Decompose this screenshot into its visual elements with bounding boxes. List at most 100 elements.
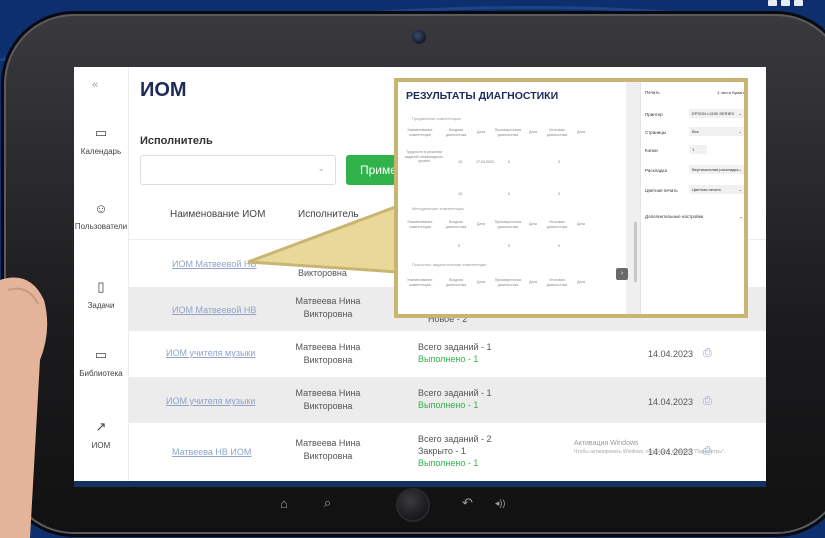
preview-divider: [626, 82, 640, 314]
executor-select[interactable]: ⌄: [140, 155, 336, 185]
col-header: Дата: [529, 130, 537, 134]
sidebar-item-calendar[interactable]: ▭ Календарь: [74, 125, 128, 156]
pages-select[interactable]: Все ⌄: [689, 127, 744, 136]
tablet-nav-bar: ⌂ ⌕: [280, 495, 331, 511]
expand-arrow-icon[interactable]: ›: [616, 268, 628, 280]
field-label: Страницы: [645, 130, 667, 135]
sheet-count: 3 листа бумаги: [717, 90, 745, 95]
col-header: Промежуточная диагностика: [494, 128, 522, 137]
col-header: Итоговая диагностика: [546, 128, 568, 137]
cell-value: 10: [458, 192, 462, 196]
table-row: ИОМ учителя музыки Матвеева Нина Викторо…: [128, 377, 766, 423]
field-label: Принтер: [645, 112, 663, 117]
layout-field: Раскладка Вертикальная раскладка ⌄: [645, 165, 744, 174]
sidebar-item-tasks[interactable]: ▯ Задачи: [74, 279, 128, 310]
activation-title: Активация Windows: [574, 440, 639, 447]
col-header: Дата: [577, 130, 585, 134]
iom-link[interactable]: ИОМ Матвеевой НВ: [172, 259, 256, 269]
chevron-down-icon: ⌄: [738, 187, 742, 192]
more-settings-label: Дополнительные настройки: [645, 214, 704, 219]
iom-link[interactable]: ИОМ учителя музыки: [166, 396, 255, 406]
iom-link[interactable]: ИОМ учителя музыки: [166, 348, 255, 358]
back-icon[interactable]: ↶: [462, 495, 473, 511]
executor-cell: Викторовна: [298, 268, 347, 278]
table-row: ИОМ учителя музыки Матвеева Нина Викторо…: [128, 331, 766, 377]
col-header: Входная диагностика: [445, 128, 467, 137]
section-label: Предметные компетенции: [412, 116, 461, 121]
cell-value: 17.04.2023: [476, 160, 494, 164]
page-title: ИОМ: [140, 79, 187, 101]
volume-icon[interactable]: ◂)): [495, 498, 506, 509]
print-document-preview: РЕЗУЛЬТАТЫ ДИАГНОСТИКИ Предметные компет…: [398, 82, 626, 314]
home-button[interactable]: [398, 490, 428, 520]
doc-title: РЕЗУЛЬТАТЫ ДИАГНОСТИКИ: [406, 90, 559, 102]
column-header-name: Наименование ИОМ: [170, 209, 266, 220]
chevron-down-icon: ⌄: [317, 163, 325, 173]
iom-link[interactable]: ИОМ Матвеевой НВ: [172, 305, 256, 315]
col-header: Наименование компетенции: [407, 128, 433, 137]
field-value: Цветная печать: [692, 187, 722, 192]
date-cell: 14.04.2023: [648, 349, 694, 359]
col-header: Промежуточная диагностика: [494, 220, 522, 229]
field-value: Все: [692, 129, 699, 134]
tasks-done: Выполнено - 1: [418, 458, 479, 468]
color-select[interactable]: Цветная печать ⌄: [689, 185, 744, 194]
section-label: Психолого-педагогические компетенции: [412, 262, 487, 267]
col-header: Промежуточная диагностика: [494, 278, 522, 287]
row-label: Трудности в решении заданий олимпиадного…: [404, 150, 444, 163]
more-settings[interactable]: Дополнительные настройки ⌄: [645, 214, 744, 219]
cell-value: 0: [508, 244, 510, 248]
activation-subtitle: Чтобы активировать Windows, перейдите в …: [574, 449, 726, 455]
tasks-cell: Всего заданий - 1 Выполнено - 1: [418, 341, 492, 365]
cell-value: 10: [458, 160, 462, 164]
col-header: Наименование компетенции: [407, 220, 433, 229]
col-header: Наименование компетенции: [407, 278, 433, 287]
sidebar-item-label: Календарь: [80, 147, 122, 156]
collapse-icon[interactable]: «: [92, 79, 98, 91]
field-label: Цветная печать: [645, 188, 678, 193]
tasks-cell: Всего заданий - 2 Закрыто - 1 Выполнено …: [418, 433, 492, 469]
trend-icon: ↗: [95, 419, 107, 434]
decorative-dots: [768, 0, 803, 6]
col-header: Итоговая диагностика: [546, 278, 568, 287]
book-icon: ▭: [94, 347, 108, 362]
print-title: Печать: [645, 90, 660, 95]
column-header-executor: Исполнитель: [298, 209, 359, 220]
layout-select[interactable]: Вертикальная раскладка ⌄: [689, 165, 744, 174]
preview-scrollbar[interactable]: [634, 222, 637, 282]
thumb-image: [0, 277, 48, 538]
tablet-nav-bar-right: ↶ ◂)): [462, 495, 505, 511]
executor-cell: Матвеева Нина Викторовна: [295, 388, 361, 411]
chevron-down-icon: ⌄: [739, 214, 743, 219]
sidebar-item-users[interactable]: ☺ Пользователи: [74, 201, 128, 231]
cell-value: 0: [508, 160, 510, 164]
clipboard-icon: ▯: [97, 279, 105, 294]
field-value: Вертикальная раскладка: [692, 167, 739, 172]
search-icon[interactable]: ⌕: [324, 495, 331, 511]
executor-cell: Матвеева Нина Викторовна: [295, 438, 361, 461]
col-header: Дата: [529, 280, 537, 284]
col-header: Итоговая диагностика: [546, 220, 568, 229]
iom-link[interactable]: Матвеева НВ ИОМ: [172, 447, 251, 457]
pages-field: Страницы Все ⌄: [645, 127, 744, 136]
cell-value: 0: [558, 160, 560, 164]
print-settings-header: Печать 3 листа бумаги: [645, 90, 745, 95]
printer-icon[interactable]: ⎙: [703, 395, 712, 408]
col-header: Входная диагностика: [445, 278, 467, 287]
home-icon[interactable]: ⌂: [280, 496, 288, 511]
tasks-total: Всего заданий - 1: [418, 388, 492, 398]
print-preview-callout: РЕЗУЛЬТАТЫ ДИАГНОСТИКИ Предметные компет…: [394, 78, 748, 318]
copies-input[interactable]: 1: [689, 145, 707, 154]
printer-icon[interactable]: ⎙: [703, 347, 712, 360]
camera-icon: [412, 30, 426, 44]
sidebar-item-label: Пользователи: [74, 222, 128, 231]
sidebar-item-library[interactable]: ▭ Библиотека: [74, 347, 128, 378]
sidebar-item-iom[interactable]: ↗ ИОМ: [74, 419, 128, 450]
field-label: Раскладка: [645, 168, 667, 173]
executor-cell: Матвеева Нина Викторовна: [295, 296, 361, 319]
col-header: Дата: [529, 222, 537, 226]
col-header: Дата: [477, 130, 485, 134]
windows-activation-watermark: Активация Windows Чтобы активировать Win…: [574, 439, 725, 457]
col-header: Дата: [477, 222, 485, 226]
printer-select[interactable]: EPSON L3150 SERIES ⌄: [689, 109, 744, 118]
